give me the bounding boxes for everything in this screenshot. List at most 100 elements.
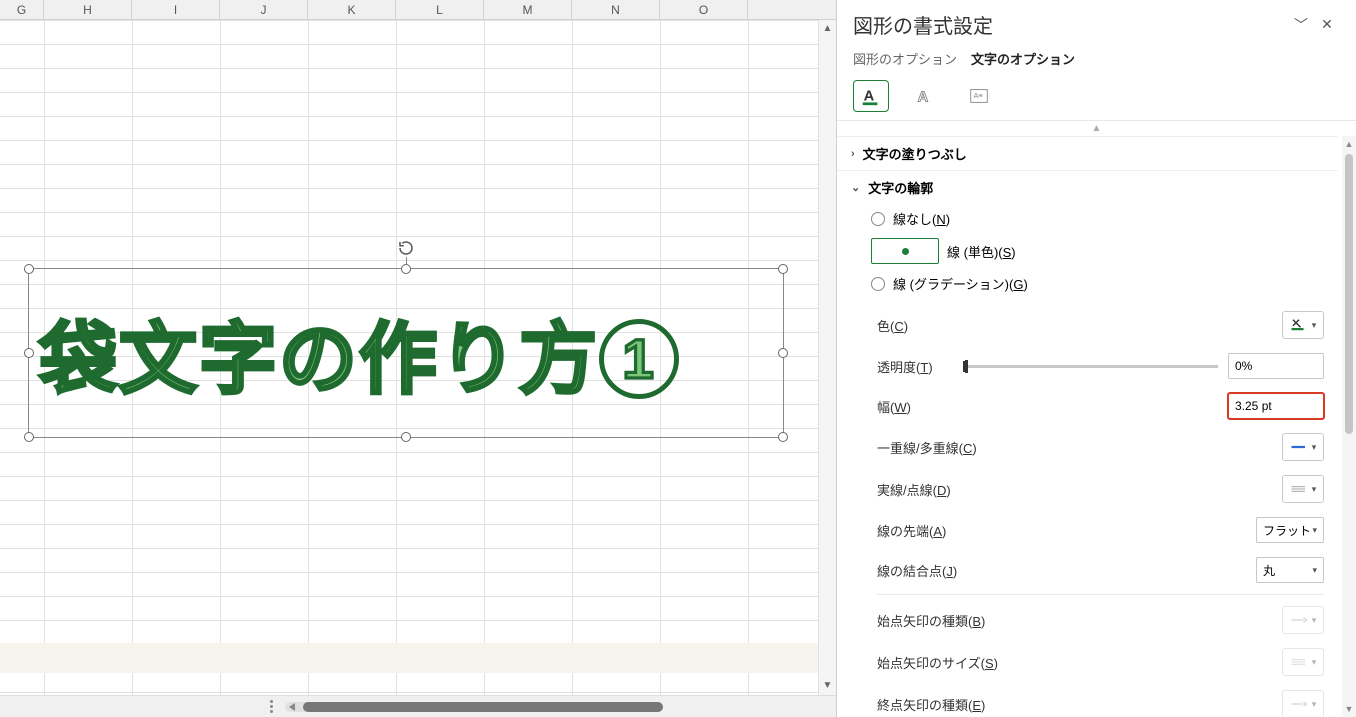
radio-label: 線なし: [893, 212, 932, 227]
rotate-handle[interactable]: [397, 239, 415, 257]
resize-handle[interactable]: [24, 348, 34, 358]
chevron-down-icon: ▾: [1312, 615, 1317, 626]
prop-arrow-begin-size-label: 始点矢印のサイズ(S): [877, 653, 1282, 672]
horizontal-scrollbar[interactable]: [0, 695, 836, 717]
radio-gradient-line[interactable]: 線 (グラデーション)(G): [837, 269, 1338, 298]
section-label: 文字の輪郭: [868, 178, 933, 197]
scroll-down-icon[interactable]: ▼: [1342, 701, 1356, 717]
sheet-split-handle[interactable]: [270, 700, 273, 713]
scroll-thumb[interactable]: [1345, 154, 1353, 434]
col-header[interactable]: H: [44, 0, 132, 19]
arrow-end-type-button: ▾: [1282, 690, 1324, 717]
col-header[interactable]: M: [484, 0, 572, 19]
radio-no-line[interactable]: 線なし(N): [837, 204, 1338, 233]
chevron-down-icon: ▾: [1312, 442, 1317, 453]
resize-handle[interactable]: [778, 348, 788, 358]
resize-handle[interactable]: [778, 432, 788, 442]
radio-icon: [871, 212, 885, 226]
column-headers: G H I J K L M N O: [0, 0, 836, 20]
col-header[interactable]: L: [396, 0, 484, 19]
svg-text:A: A: [864, 89, 875, 105]
sheet-bottom-strip: [0, 643, 818, 673]
selected-shape[interactable]: 袋文字の作り方1: [28, 268, 784, 438]
panel-title: 図形の書式設定: [853, 10, 1288, 39]
col-header[interactable]: O: [660, 0, 748, 19]
spreadsheet-area: G H I J K L M N O 袋文字の作り方1: [0, 0, 836, 717]
resize-handle[interactable]: [24, 264, 34, 274]
prop-dash-label: 実線/点線(D): [877, 480, 1282, 499]
chevron-down-icon: ▾: [1312, 657, 1317, 668]
transparency-slider[interactable]: [957, 365, 1228, 368]
width-field[interactable]: [1229, 399, 1356, 413]
separator: [877, 594, 1324, 595]
hscroll-thumb[interactable]: [303, 702, 663, 712]
svg-text:A≡: A≡: [974, 91, 983, 100]
section-text-fill[interactable]: › 文字の塗りつぶし: [837, 136, 1338, 170]
col-header[interactable]: N: [572, 0, 660, 19]
tab-text-options[interactable]: 文字のオプション: [971, 49, 1075, 72]
radio-icon: [871, 238, 939, 264]
prop-transparency-label: 透明度(T): [877, 357, 957, 376]
radio-label: 線 (単色): [947, 245, 998, 260]
accel-key: N: [936, 212, 945, 227]
arrow-begin-size-button: ▾: [1282, 648, 1324, 676]
resize-handle[interactable]: [401, 432, 411, 442]
chevron-down-icon: ▾: [1312, 699, 1317, 710]
subtab-text-effects[interactable]: A: [907, 80, 943, 112]
radio-icon: [871, 277, 885, 291]
color-picker-button[interactable]: ▾: [1282, 311, 1324, 339]
col-header[interactable]: J: [220, 0, 308, 19]
width-input[interactable]: ▲▼: [1228, 393, 1324, 419]
prop-width-label: 幅(W): [877, 397, 1228, 416]
resize-handle[interactable]: [24, 432, 34, 442]
dash-type-button[interactable]: ▾: [1282, 475, 1324, 503]
cap-type-select[interactable]: フラット▾: [1256, 517, 1324, 543]
arrow-begin-type-button: ▾: [1282, 606, 1324, 634]
join-value: 丸: [1263, 562, 1275, 579]
col-header[interactable]: I: [132, 0, 220, 19]
accel-key: S: [1003, 245, 1012, 260]
scroll-up-icon[interactable]: ▲: [819, 20, 836, 38]
transparency-input[interactable]: ▲▼: [1228, 353, 1324, 379]
radio-label: 線 (グラデーション): [893, 277, 1009, 292]
subtab-fill-outline[interactable]: A: [853, 80, 889, 112]
col-header[interactable]: K: [308, 0, 396, 19]
scroll-down-icon[interactable]: ▼: [819, 677, 836, 695]
section-text-outline[interactable]: ⌄ 文字の輪郭: [837, 170, 1338, 204]
col-header[interactable]: G: [0, 0, 44, 19]
tab-shape-options[interactable]: 図形のオプション: [853, 49, 957, 72]
chevron-down-icon: ▾: [1312, 525, 1317, 536]
compound-type-button[interactable]: ▾: [1282, 433, 1324, 461]
format-shape-panel: 図形の書式設定 ﹀ ✕ 図形のオプション 文字のオプション A A A≡ ▲ ▲…: [836, 0, 1356, 717]
accel-key: G: [1013, 277, 1023, 292]
chevron-down-icon: ▾: [1312, 320, 1317, 331]
chevron-down-icon: ▾: [1312, 565, 1317, 576]
chevron-down-icon: ▾: [1312, 484, 1317, 495]
prop-join-label: 線の結合点(J): [877, 561, 1256, 580]
svg-text:A: A: [918, 90, 929, 106]
vertical-scrollbar[interactable]: ▲ ▼: [818, 20, 836, 695]
resize-handle[interactable]: [401, 264, 411, 274]
radio-solid-line[interactable]: 線 (単色)(S): [837, 233, 1338, 269]
wordart-text[interactable]: 袋文字の作り方1: [39, 297, 773, 409]
collapse-caret-icon[interactable]: ▲: [837, 120, 1356, 136]
panel-scrollbar[interactable]: ▲ ▼: [1342, 136, 1356, 717]
transparency-field[interactable]: [1229, 359, 1356, 373]
join-type-select[interactable]: 丸▾: [1256, 557, 1324, 583]
subtab-textbox[interactable]: A≡: [961, 80, 997, 112]
cap-value: フラット: [1263, 522, 1311, 539]
wordart-circled-number: 1: [599, 319, 679, 399]
chevron-down-icon[interactable]: ﹀: [1288, 15, 1314, 35]
close-icon[interactable]: ✕: [1314, 16, 1340, 33]
prop-cap-label: 線の先端(A): [877, 521, 1256, 540]
slider-thumb[interactable]: [965, 360, 968, 373]
prop-color-label: 色(C): [877, 316, 1282, 335]
scroll-up-icon[interactable]: ▲: [1342, 136, 1356, 152]
chevron-right-icon: ›: [851, 148, 855, 160]
resize-handle[interactable]: [778, 264, 788, 274]
section-label: 文字の塗りつぶし: [863, 144, 967, 163]
hscroll-track[interactable]: [285, 702, 576, 712]
cell-grid[interactable]: 袋文字の作り方1 ▲ ▼: [0, 20, 836, 695]
prop-arrow-begin-type-label: 始点矢印の種類(B): [877, 611, 1282, 630]
prop-compound-label: 一重線/多重線(C): [877, 438, 1282, 457]
